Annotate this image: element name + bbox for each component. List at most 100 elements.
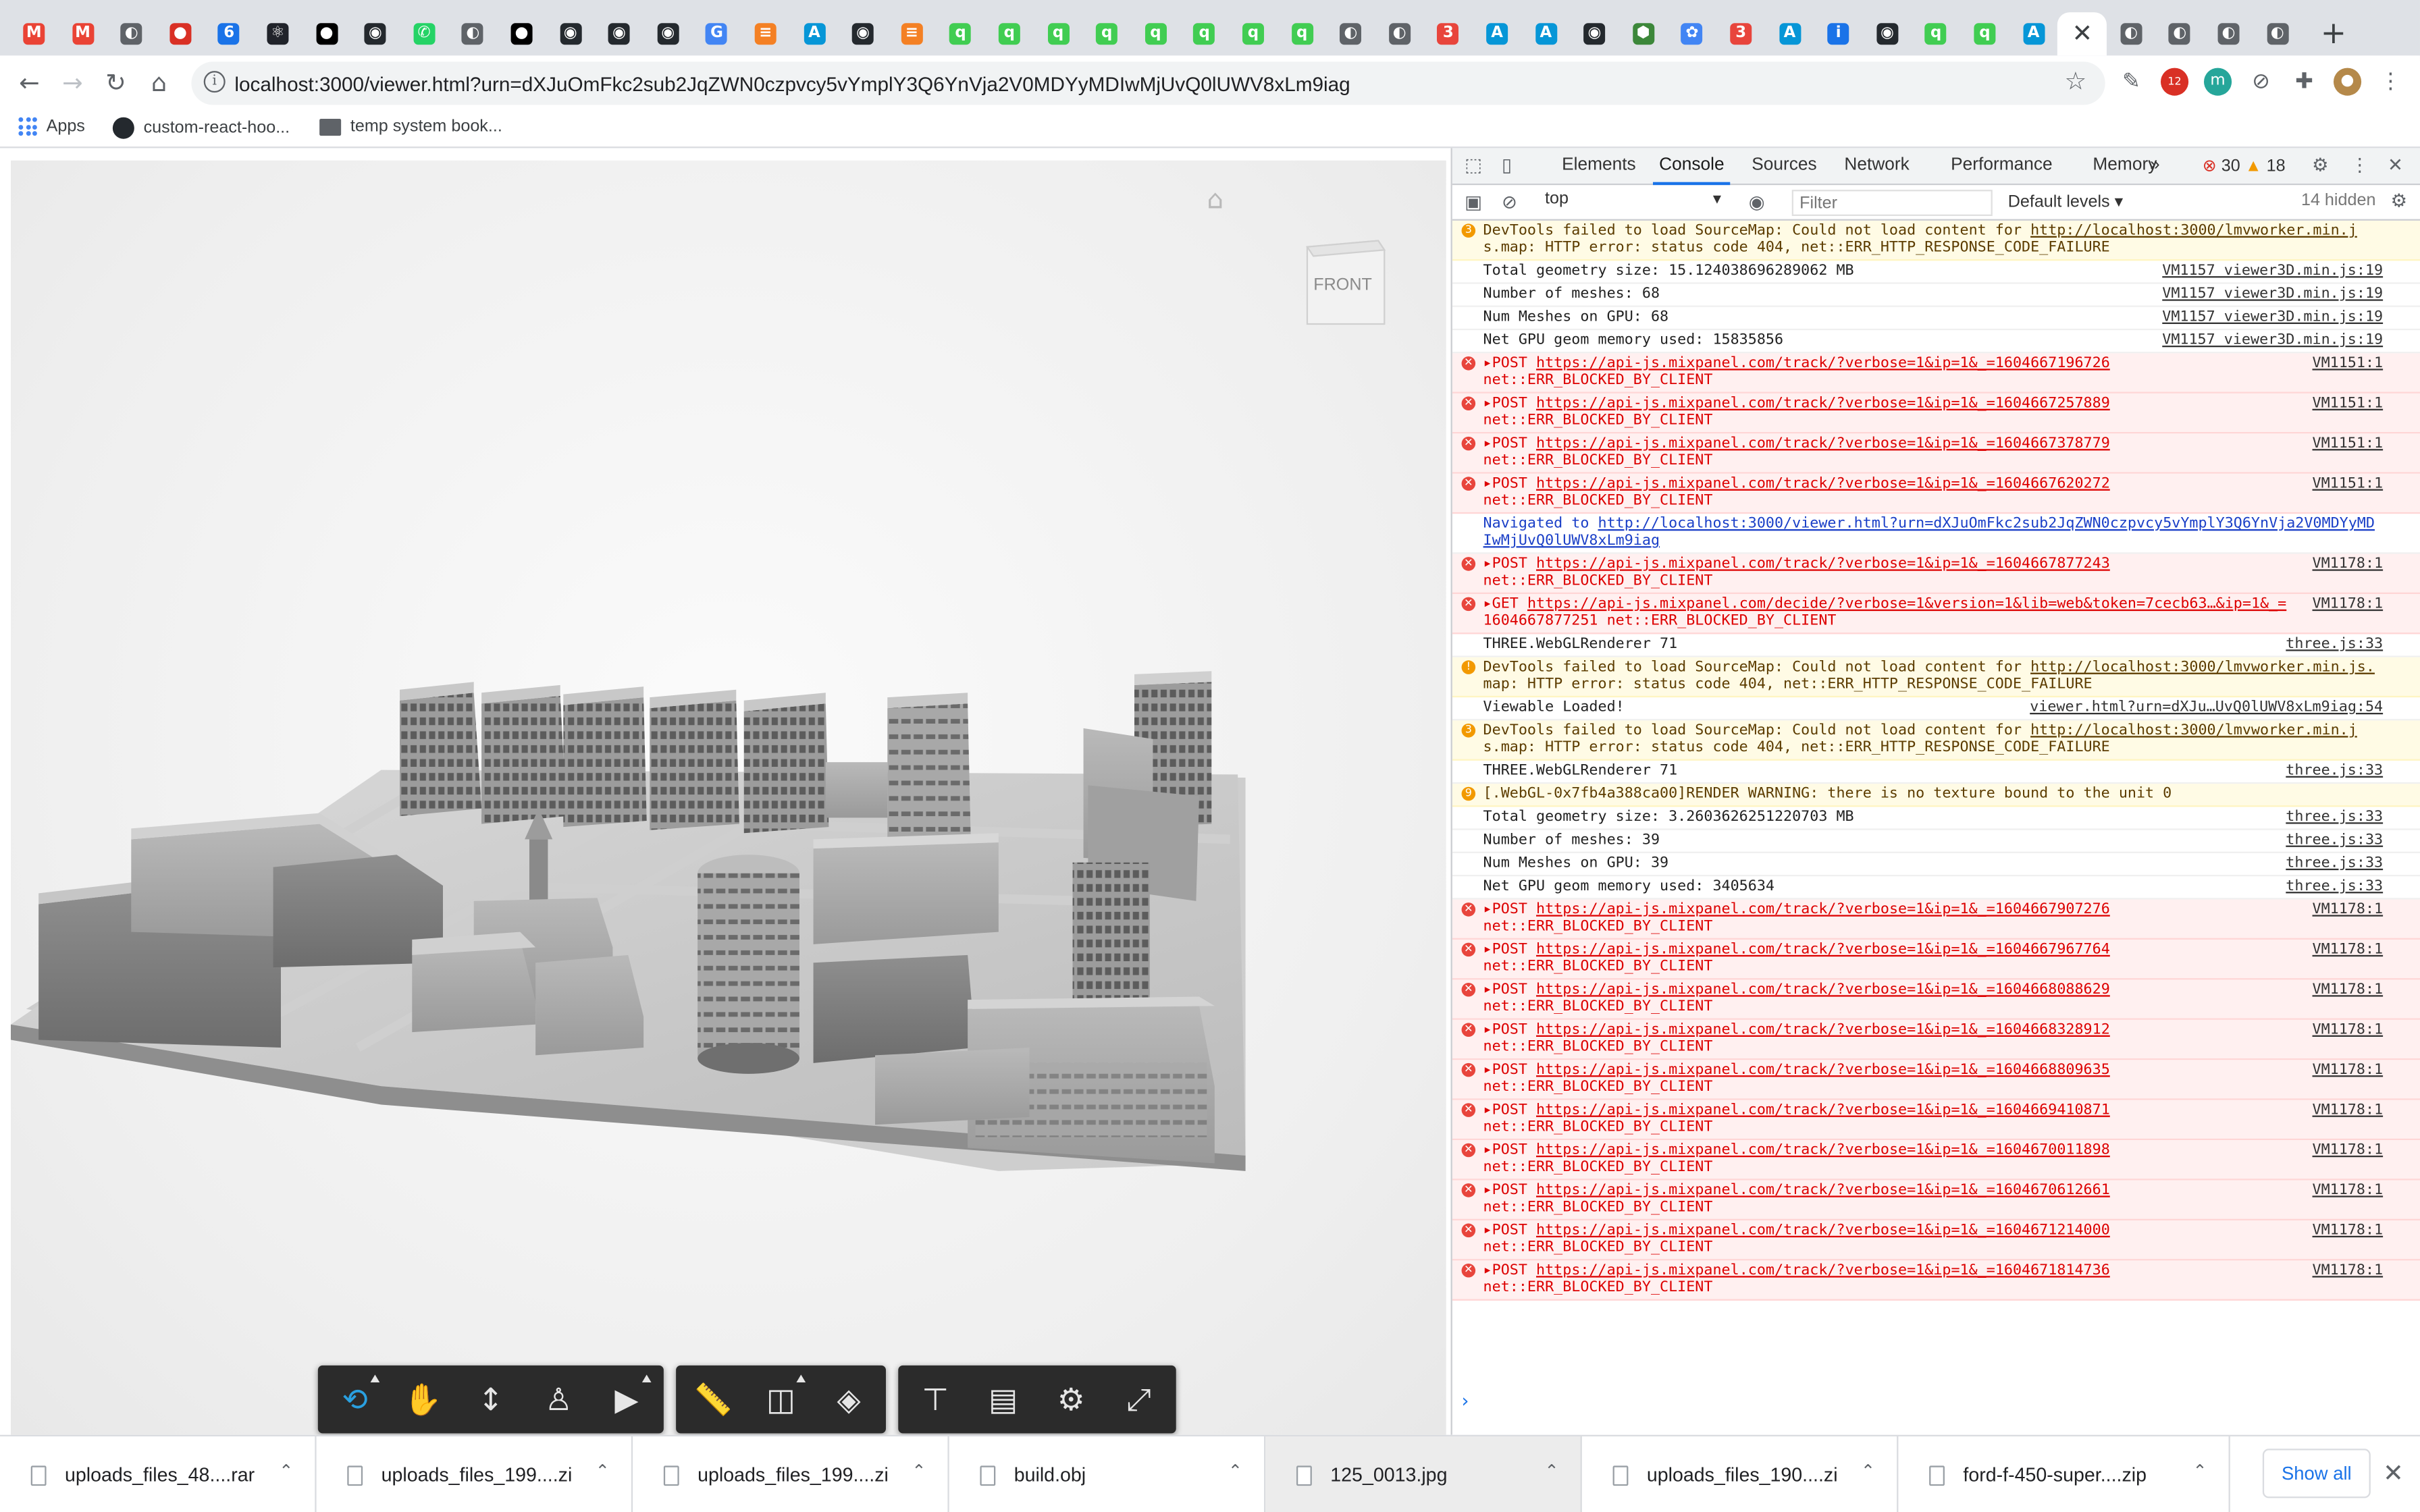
source-link[interactable]: three.js:33: [2286, 762, 2383, 779]
back-icon[interactable]: ←: [11, 65, 48, 102]
live-expression-eye-icon[interactable]: ◉: [1749, 191, 1765, 213]
console-settings-icon[interactable]: ⚙: [2391, 190, 2408, 211]
console-message[interactable]: THREE.WebGLRenderer 71 three.js:33: [1452, 634, 2420, 657]
browser-tab[interactable]: ◐: [2253, 12, 2302, 55]
console-message[interactable]: ✕ ▸POST https://api-js.mixpanel.com/track…: [1452, 1180, 2420, 1220]
source-link[interactable]: VM1178:1: [2312, 1181, 2384, 1199]
console-message[interactable]: ✕ ▸POST https://api-js.mixpanel.com/track…: [1452, 393, 2420, 434]
source-link[interactable]: VM1157 viewer3D.min.js:19: [2162, 308, 2383, 325]
forge-viewer-canvas[interactable]: ⌂ FRONT ⟲ ✋ ↕ ♙ ▶ 📏 ◫ ◈ ⊤ ▤ ⚙ ⤢: [10, 160, 1446, 1435]
home-view-icon[interactable]: ⌂: [1207, 185, 1224, 216]
extension-icon[interactable]: 12: [2160, 68, 2189, 96]
browser-tab[interactable]: q: [1912, 12, 1961, 55]
browser-tab[interactable]: ◉: [546, 12, 595, 55]
log-levels-dropdown[interactable]: Default levels ▾: [2008, 191, 2124, 211]
browser-tab[interactable]: ⬢: [1619, 12, 1668, 55]
device-toolbar-icon[interactable]: ▯: [1502, 155, 1512, 176]
browser-tab[interactable]: q: [1033, 12, 1082, 55]
message-link[interactable]: https://api-js.mixpanel.com/track/?verbo…: [1536, 1222, 2110, 1239]
browser-tab[interactable]: ⚛: [253, 12, 302, 55]
message-link[interactable]: https://api-js.mixpanel.com/track/?verbo…: [1536, 901, 2110, 918]
browser-tab[interactable]: ◉: [1570, 12, 1619, 55]
message-link[interactable]: https://api-js.mixpanel.com/track/?verbo…: [1536, 556, 2110, 572]
message-link[interactable]: https://api-js.mixpanel.com/track/?verbo…: [1536, 941, 2110, 958]
message-link[interactable]: https://api-js.mixpanel.com/track/?verbo…: [1536, 981, 2110, 998]
source-link[interactable]: three.js:33: [2286, 832, 2383, 848]
browser-tab[interactable]: ✿: [1667, 12, 1716, 55]
browser-tab[interactable]: ◐: [2155, 12, 2205, 55]
first-person-icon[interactable]: ♙: [525, 1368, 593, 1430]
sidebar-toggle-icon[interactable]: ▣: [1465, 191, 1482, 213]
console-message[interactable]: Viewable Loaded! viewer.html?urn=dXJu…UvQ…: [1452, 697, 2420, 721]
message-link[interactable]: https://api-js.mixpanel.com/track/?verbo…: [1536, 1262, 2110, 1279]
console-message[interactable]: ✕ ▸POST https://api-js.mixpanel.com/track…: [1452, 899, 2420, 940]
console-message[interactable]: ✕ ▸POST https://api-js.mixpanel.com/track…: [1452, 353, 2420, 394]
pan-icon[interactable]: ✋: [389, 1368, 457, 1430]
chevron-up-icon[interactable]: ⌃: [1861, 1461, 1875, 1482]
puzzle-icon[interactable]: ✚: [2290, 68, 2318, 96]
console-message[interactable]: Number of meshes: 39 three.js:33: [1452, 830, 2420, 853]
source-link[interactable]: viewer.html?urn=dXJu…UvQ0lUWV8xLm9iag:54: [2030, 699, 2383, 716]
tab-performance[interactable]: Performance: [1951, 156, 2052, 174]
message-link[interactable]: https://api-js.mixpanel.com/track/?verbo…: [1536, 355, 2110, 372]
fullscreen-icon[interactable]: ⤢: [1105, 1368, 1174, 1430]
message-link[interactable]: https://api-js.mixpanel.com/track/?verbo…: [1536, 435, 2110, 452]
source-link[interactable]: VM1151:1: [2312, 475, 2384, 493]
source-link[interactable]: VM1151:1: [2312, 435, 2384, 452]
browser-tab[interactable]: q: [1180, 12, 1229, 55]
inspect-icon[interactable]: ⬚: [1465, 155, 1482, 176]
download-item[interactable]: uploads_files_199....zi ⌃: [317, 1436, 633, 1512]
browser-tab[interactable]: ✕: [2057, 12, 2107, 56]
block-icon[interactable]: ⊘: [2247, 68, 2275, 96]
tab-memory[interactable]: Memory: [2093, 156, 2157, 174]
browser-tab[interactable]: q: [1960, 12, 2009, 55]
source-link[interactable]: VM1178:1: [2312, 555, 2384, 572]
chevron-up-icon[interactable]: ⌃: [2192, 1461, 2207, 1482]
section-icon[interactable]: ◫: [747, 1368, 815, 1430]
browser-tab[interactable]: ◉: [350, 12, 400, 55]
browser-tab[interactable]: q: [1228, 12, 1278, 55]
browser-tab[interactable]: i: [1814, 12, 1863, 55]
message-link[interactable]: https://api-js.mixpanel.com/decide/?verb…: [1527, 595, 2286, 612]
browser-tab[interactable]: 3: [1716, 12, 1766, 55]
kebab-menu-icon[interactable]: ⋮: [2350, 155, 2369, 176]
console-message[interactable]: 3 DevTools failed to load SourceMap: Coul…: [1452, 220, 2420, 261]
tab-elements[interactable]: Elements: [1562, 156, 1636, 174]
explode-icon[interactable]: ◈: [815, 1368, 883, 1430]
menu-icon[interactable]: ⋮: [2377, 68, 2404, 96]
zoom-icon[interactable]: ↕: [457, 1368, 525, 1430]
console-message[interactable]: ✕ ▸POST https://api-js.mixpanel.com/track…: [1452, 433, 2420, 474]
browser-tab[interactable]: ●: [302, 12, 351, 55]
source-link[interactable]: three.js:33: [2286, 809, 2383, 826]
measure-icon[interactable]: 📏: [679, 1368, 747, 1430]
browser-tab[interactable]: A: [1765, 12, 1814, 55]
m-extension-icon[interactable]: m: [2203, 68, 2232, 96]
source-link[interactable]: three.js:33: [2286, 636, 2383, 653]
close-downloads-icon[interactable]: ✕: [2383, 1458, 2404, 1487]
console-message[interactable]: ✕ ▸POST https://api-js.mixpanel.com/track…: [1452, 979, 2420, 1020]
message-link[interactable]: https://api-js.mixpanel.com/track/?verbo…: [1536, 1062, 2110, 1079]
clear-console-icon[interactable]: ⊘: [1502, 191, 1517, 213]
console-message[interactable]: Num Meshes on GPU: 39 three.js:33: [1452, 853, 2420, 877]
console-message[interactable]: Net GPU geom memory used: 15835856 VM1157…: [1452, 330, 2420, 354]
chevron-up-icon[interactable]: ⌃: [279, 1461, 293, 1482]
more-tabs-icon[interactable]: »: [2150, 156, 2160, 174]
download-item[interactable]: 125_0013.jpg ⌃: [1265, 1436, 1582, 1512]
message-link[interactable]: https://api-js.mixpanel.com/track/?verbo…: [1536, 1182, 2110, 1199]
orbit-icon[interactable]: ⟲: [321, 1368, 389, 1430]
browser-tab[interactable]: ◉: [839, 12, 888, 55]
console-message[interactable]: ✕ ▸GET https://api-js.mixpanel.com/decide…: [1452, 593, 2420, 634]
address-bar[interactable]: i localhost:3000/viewer.html?urn=dXJuOmF…: [191, 61, 2105, 105]
browser-tab[interactable]: A: [1473, 12, 1522, 55]
source-link[interactable]: VM1178:1: [2312, 1101, 2384, 1119]
browser-tab[interactable]: q: [984, 12, 1034, 55]
browser-tab[interactable]: ◐: [1375, 12, 1424, 55]
close-devtools-icon[interactable]: ✕: [2388, 155, 2403, 176]
console-message[interactable]: ✕ ▸POST https://api-js.mixpanel.com/track…: [1452, 1140, 2420, 1181]
chevron-up-icon[interactable]: ⌃: [596, 1461, 610, 1482]
browser-tab[interactable]: ≡: [887, 12, 937, 55]
message-link[interactable]: https://api-js.mixpanel.com/track/?verbo…: [1536, 1021, 2110, 1038]
viewcube[interactable]: FRONT: [1301, 234, 1388, 327]
chevron-up-icon[interactable]: ⌃: [912, 1461, 926, 1482]
issue-counter[interactable]: ⊗ 30 ▲ 18: [2203, 156, 2286, 176]
